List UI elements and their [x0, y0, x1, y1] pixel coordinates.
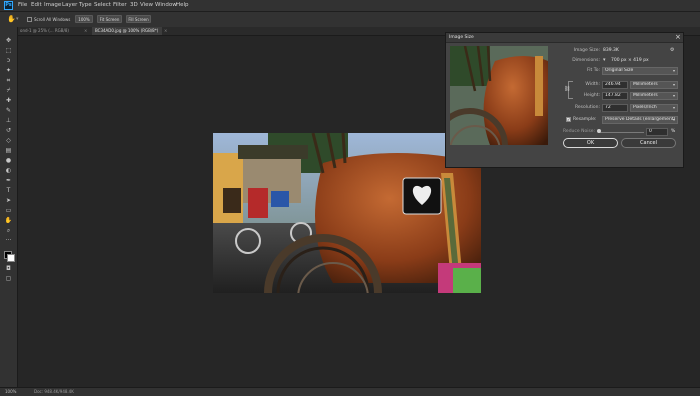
- menu-3d[interactable]: 3D: [130, 2, 138, 8]
- dodge-tool-icon[interactable]: ◐: [3, 167, 14, 175]
- quick-mask-icon[interactable]: ◘: [3, 265, 14, 273]
- preview-photo: [450, 46, 548, 145]
- eraser-tool-icon[interactable]: ◇: [3, 137, 14, 145]
- more-tools-icon[interactable]: ···: [3, 237, 14, 245]
- move-tool-icon[interactable]: ✥: [3, 37, 14, 45]
- cancel-button[interactable]: Cancel: [621, 138, 676, 148]
- reduce-noise-label: Reduce Noise:: [563, 129, 596, 134]
- link-icon[interactable]: ⛓: [564, 86, 570, 92]
- fill-screen-button[interactable]: Fill Screen: [126, 15, 151, 23]
- menu-image[interactable]: Image: [44, 2, 61, 8]
- chevron-down-icon: ▾: [672, 105, 675, 110]
- reduce-noise-unit: %: [671, 129, 676, 134]
- fit-to-label: Fit To:: [587, 68, 600, 73]
- close-icon[interactable]: ×: [675, 33, 681, 42]
- gear-icon[interactable]: ⚙: [670, 47, 674, 53]
- menu-file[interactable]: File: [18, 2, 27, 8]
- stamp-tool-icon[interactable]: ⊥: [3, 117, 14, 125]
- height-input[interactable]: 147.82: [602, 92, 628, 100]
- close-icon[interactable]: ×: [164, 27, 167, 35]
- reduce-noise-input[interactable]: 0: [646, 128, 668, 136]
- becak-photo: [213, 133, 481, 293]
- height-unit-select[interactable]: Millimeters ▾: [630, 92, 678, 100]
- crop-tool-icon[interactable]: ⌗: [3, 77, 14, 85]
- options-bar: ✋ ▾ Scroll All Windows 100% Fit Screen F…: [0, 12, 700, 28]
- path-select-icon[interactable]: ➤: [3, 197, 14, 205]
- resample-label: Resample:: [573, 117, 597, 122]
- document-size: Doc: 948.4K/948.4K: [34, 389, 74, 394]
- height-unit-value: Millimeters: [633, 93, 658, 98]
- resolution-unit-value: Pixels/Inch: [633, 105, 657, 110]
- ok-button[interactable]: OK: [563, 138, 618, 148]
- menu-edit[interactable]: Edit: [31, 2, 42, 8]
- reduce-noise-slider-handle[interactable]: [597, 129, 601, 133]
- scroll-all-label: Scroll All Windows: [34, 17, 71, 22]
- chevron-down-icon: ▾: [672, 93, 675, 98]
- fit-screen-button[interactable]: Fit Screen: [97, 15, 122, 23]
- chevron-down-icon: ▾: [672, 68, 675, 73]
- blur-tool-icon[interactable]: ●: [3, 157, 14, 165]
- lasso-tool-icon[interactable]: ↄ: [3, 57, 14, 65]
- photoshop-logo: Ps: [4, 1, 13, 10]
- tab-document-1[interactable]: ond-1 @ 25% (... RGB/8): [17, 27, 82, 35]
- history-brush-icon[interactable]: ↺: [3, 127, 14, 135]
- chevron-down-icon: ▾: [672, 82, 675, 87]
- canvas-image[interactable]: [213, 133, 481, 293]
- marquee-tool-icon[interactable]: ⬚: [3, 47, 14, 55]
- width-input[interactable]: 246.94: [602, 81, 628, 89]
- image-size-value: 839.3K: [603, 48, 619, 53]
- resample-value: Preserve Details (enlargement): [605, 117, 676, 122]
- close-icon[interactable]: ×: [84, 27, 87, 35]
- scroll-all-checkbox[interactable]: [27, 17, 32, 22]
- brush-tool-icon[interactable]: ✎: [3, 107, 14, 115]
- chevron-down-icon: ▾: [672, 117, 675, 122]
- resample-select[interactable]: Preserve Details (enlargement) ▾: [602, 116, 678, 124]
- zoom-100-button[interactable]: 100%: [75, 15, 93, 23]
- fit-to-select[interactable]: Original Size ▾: [602, 67, 678, 75]
- screen-mode-icon[interactable]: ▢: [3, 275, 14, 283]
- tab-document-2[interactable]: BC34AD0.jpg @ 100% (RGB/8*): [92, 27, 162, 35]
- type-tool-icon[interactable]: T: [3, 187, 14, 195]
- width-unit-value: Millimeters: [633, 82, 658, 87]
- menu-view[interactable]: View: [140, 2, 153, 8]
- resolution-unit-select[interactable]: Pixels/Inch ▾: [630, 104, 678, 112]
- fit-to-value: Original Size: [605, 68, 634, 73]
- background-color-swatch[interactable]: [7, 254, 15, 262]
- width-label: Width:: [585, 82, 600, 87]
- hand-tool-icon[interactable]: ✋: [3, 217, 14, 225]
- chevron-down-icon[interactable]: ▾: [603, 57, 606, 63]
- dimensions-label: Dimensions:: [572, 58, 600, 63]
- menu-type[interactable]: Type: [79, 2, 92, 8]
- height-label: Height:: [583, 93, 600, 98]
- shape-tool-icon[interactable]: ▭: [3, 207, 14, 215]
- reduce-noise-slider-track[interactable]: [598, 132, 644, 133]
- menu-select[interactable]: Select: [94, 2, 111, 8]
- image-size-label: Image Size:: [573, 48, 600, 53]
- image-size-dialog: Image Size × Image Size: 839.3K ⚙ Dimens…: [445, 32, 684, 168]
- hand-tool-icon[interactable]: ✋: [7, 15, 16, 23]
- menu-filter[interactable]: Filter: [113, 2, 127, 8]
- menu-layer[interactable]: Layer: [62, 2, 77, 8]
- magic-wand-icon[interactable]: ✦: [3, 67, 14, 75]
- resolution-label: Resolution:: [574, 105, 600, 110]
- width-unit-select[interactable]: Millimeters ▾: [630, 81, 678, 89]
- dialog-title: Image Size: [449, 35, 474, 40]
- dimensions-value: 700 px × 419 px: [611, 58, 649, 63]
- eyedropper-icon[interactable]: ⌿: [3, 87, 14, 95]
- healing-brush-icon[interactable]: ✚: [3, 97, 14, 105]
- tools-panel: ✥ ⬚ ↄ ✦ ⌗ ⌿ ✚ ✎ ⊥ ↺ ◇ ▤ ● ◐ ✒ T ➤ ▭ ✋ ⌕ …: [0, 27, 18, 387]
- menu-window[interactable]: Window: [155, 2, 177, 8]
- resolution-input[interactable]: 72: [602, 104, 628, 112]
- gradient-tool-icon[interactable]: ▤: [3, 147, 14, 155]
- zoom-tool-icon[interactable]: ⌕: [3, 227, 14, 235]
- menu-help[interactable]: Help: [176, 2, 189, 8]
- zoom-level[interactable]: 100%: [5, 389, 16, 394]
- pen-tool-icon[interactable]: ✒: [3, 177, 14, 185]
- resample-checkbox[interactable]: ✓: [566, 117, 571, 122]
- menu-bar: Ps File Edit Image Layer Type Select Fil…: [0, 0, 700, 12]
- image-preview[interactable]: [450, 46, 548, 145]
- chevron-down-icon[interactable]: ▾: [16, 16, 19, 22]
- dialog-title-bar: Image Size ×: [446, 33, 683, 43]
